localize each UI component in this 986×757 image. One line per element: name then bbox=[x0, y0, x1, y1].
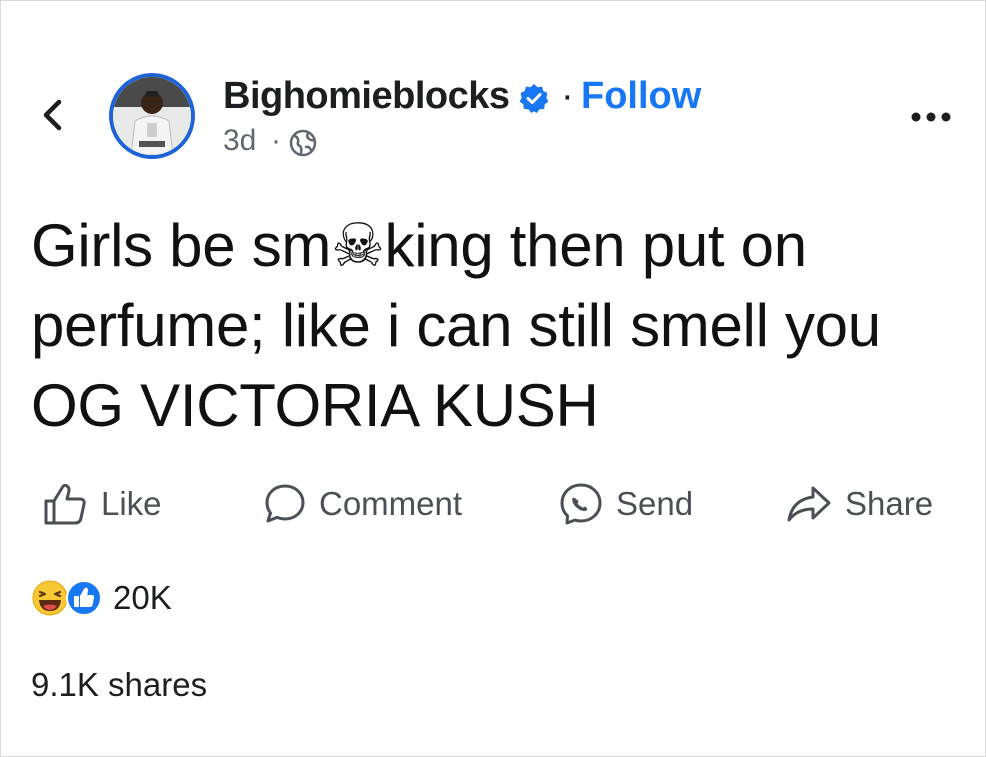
globe-icon bbox=[289, 129, 317, 157]
comment-button[interactable]: Comment bbox=[263, 476, 462, 532]
thumbs-up-icon bbox=[44, 483, 86, 525]
comment-bubble-icon bbox=[265, 484, 305, 523]
send-button[interactable]: Send bbox=[558, 476, 693, 532]
share-arrow-icon bbox=[787, 486, 831, 522]
post-timestamp[interactable]: 3d bbox=[223, 124, 256, 158]
more-options-button[interactable] bbox=[906, 99, 956, 135]
share-button[interactable]: Share bbox=[785, 476, 933, 532]
author-avatar[interactable] bbox=[109, 73, 195, 159]
post-frame: Bighomieblocks · Follow 3d · Girls be sm… bbox=[0, 0, 986, 757]
haha-emoji-icon bbox=[32, 580, 68, 616]
share-label: Share bbox=[845, 485, 934, 522]
time-separator: · bbox=[271, 124, 281, 157]
avatar-image bbox=[113, 77, 191, 155]
post-actions-bar: Like Comment Send Share bbox=[41, 476, 961, 532]
reaction-count: 20K bbox=[113, 579, 172, 616]
messenger-icon bbox=[560, 483, 602, 525]
like-button[interactable]: Like bbox=[41, 476, 162, 532]
more-dots-icon bbox=[911, 112, 951, 122]
reactions-summary[interactable]: 20K bbox=[31, 576, 172, 620]
verified-badge-icon bbox=[519, 84, 549, 113]
post-text: Girls be sm☠king then put on perfume; li… bbox=[31, 212, 881, 439]
header-separator: · bbox=[561, 75, 574, 117]
shares-count[interactable]: 9.1K shares bbox=[31, 666, 207, 704]
comment-label: Comment bbox=[319, 485, 463, 522]
back-button[interactable] bbox=[39, 97, 69, 133]
like-label: Like bbox=[101, 485, 162, 522]
like-reaction-icon bbox=[66, 580, 102, 616]
send-label: Send bbox=[616, 485, 694, 522]
author-name[interactable]: Bighomieblocks bbox=[223, 75, 510, 118]
follow-button[interactable]: Follow bbox=[581, 75, 701, 118]
chevron-left-icon bbox=[43, 99, 62, 131]
